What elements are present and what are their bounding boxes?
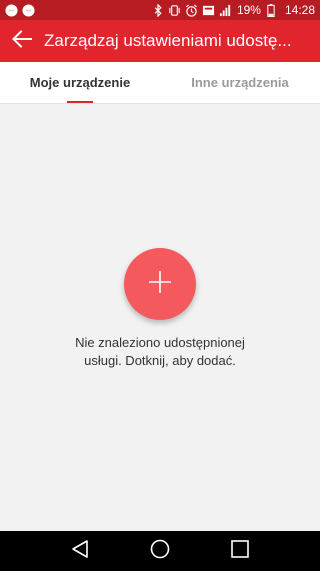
messenger-icon: [21, 3, 35, 17]
tab-label: Moje urządzenie: [29, 75, 131, 90]
vibrate-icon: [168, 3, 182, 17]
tab-bar: Moje urządzenie Inne urządzenia: [0, 62, 320, 104]
empty-state-line: Nie znaleziono udostępnionej: [75, 335, 245, 350]
battery-percentage: 19%: [236, 3, 261, 17]
empty-state-line: usługi. Dotknij, aby dodać.: [84, 353, 236, 368]
alarm-icon: [185, 3, 199, 17]
back-button[interactable]: [0, 20, 44, 62]
app-bar: Zarządzaj ustawieniami udostę...: [0, 20, 320, 62]
nav-back-button[interactable]: [65, 536, 95, 566]
active-tab-indicator: [67, 101, 93, 103]
tab-label: Inne urządzenia: [191, 75, 289, 90]
tab-my-device[interactable]: Moje urządzenie: [0, 62, 160, 103]
nav-home-button[interactable]: [145, 536, 175, 566]
status-bar-notifications: [4, 3, 35, 17]
square-recents-icon: [230, 539, 250, 564]
page-title: Zarządzaj ustawieniami udostę...: [44, 31, 292, 50]
plus-icon: [148, 270, 172, 299]
add-button[interactable]: [124, 248, 196, 320]
bluetooth-icon: [151, 3, 165, 17]
status-bar: 19% 14:28: [0, 0, 320, 20]
signal-icon: [219, 3, 233, 17]
main-content: Nie znaleziono udostępnionej usługi. Dot…: [0, 104, 320, 531]
tab-other-devices[interactable]: Inne urządzenia: [160, 62, 320, 103]
lte-icon: [202, 3, 216, 17]
clock: 14:28: [284, 3, 315, 17]
status-bar-system: 19% 14:28: [151, 3, 315, 17]
nav-recents-button[interactable]: [225, 536, 255, 566]
circle-home-icon: [150, 539, 170, 564]
arrow-left-icon: [12, 29, 32, 53]
triangle-back-icon: [70, 539, 90, 564]
empty-state-message: Nie znaleziono udostępnionej usługi. Dot…: [0, 334, 320, 370]
messenger-icon: [4, 3, 18, 17]
navigation-bar: [0, 531, 320, 571]
battery-icon: [264, 3, 278, 17]
